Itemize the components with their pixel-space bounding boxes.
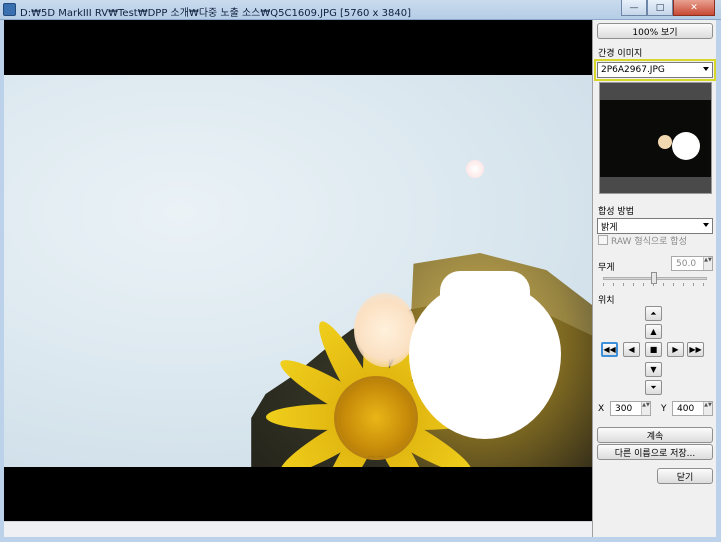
spin-arrows-icon[interactable]: ▲▼ (641, 402, 650, 415)
chevron-down-icon (703, 223, 709, 227)
y-value: 400 (677, 403, 695, 414)
title-bar: D:₩5D MarkIII RV₩Test₩DPP 소개₩다중 노출 소스₩Q5… (0, 0, 721, 20)
bg-image-select[interactable]: 2P6A2967.JPG (594, 59, 716, 81)
bg-image-label: 간경 이미지 (598, 49, 643, 59)
weight-label: 무게 (598, 263, 615, 273)
composite-method-value: 밝게 (601, 222, 618, 233)
save-as-button[interactable]: 다른 이름으로 저장... (597, 444, 713, 460)
move-down-button[interactable]: ▼ (645, 362, 662, 377)
chevron-down-icon (703, 67, 709, 71)
y-input[interactable]: 400 ▲▼ (672, 401, 713, 416)
spin-arrows-icon[interactable]: ▲▼ (703, 257, 712, 270)
move-right-button[interactable]: ▶ (667, 342, 684, 357)
weight-input[interactable]: 50.0 ▲▼ (671, 256, 713, 271)
thumbnail-glow (658, 135, 672, 149)
light-glow-small (466, 160, 484, 178)
close-button[interactable]: 닫기 (657, 468, 713, 484)
weight-slider-ticks (603, 283, 707, 286)
thumbnail-photo (600, 100, 711, 177)
x-label: X (598, 404, 605, 414)
thumbnail-bulb (672, 132, 700, 160)
raw-composite-label: RAW 형식으로 합성 (611, 237, 687, 247)
control-panel: 100% 보기 간경 이미지 2P6A2967.JPG 합성 방법 밝게 RAW… (592, 20, 716, 537)
x-input[interactable]: 300 ▲▼ (610, 401, 651, 416)
move-center-button[interactable]: ■ (645, 342, 662, 357)
y-label: Y (661, 404, 667, 414)
move-top-button[interactable]: ⏶ (645, 306, 662, 321)
window-frame-bottom (0, 537, 721, 542)
window-title: D:₩5D MarkIII RV₩Test₩DPP 소개₩다중 노출 소스₩Q5… (20, 8, 411, 19)
x-value: 300 (615, 403, 633, 414)
preview-image (4, 75, 592, 467)
weight-value: 50.0 (676, 258, 697, 269)
maximize-button[interactable]: □ (647, 0, 673, 16)
continue-button[interactable]: 계속 (597, 427, 713, 443)
flower-center (337, 379, 415, 457)
move-left-button[interactable]: ◀ (623, 342, 640, 357)
move-left-end-button[interactable]: ◀◀ (601, 342, 618, 357)
raw-composite-checkbox[interactable] (598, 235, 608, 245)
window-controls: — □ ✕ (621, 0, 715, 16)
move-right-end-button[interactable]: ▶▶ (687, 342, 704, 357)
close-window-button[interactable]: ✕ (673, 0, 715, 16)
image-viewer[interactable] (4, 20, 592, 521)
bg-image-thumbnail (599, 82, 712, 194)
light-glow (354, 293, 416, 367)
view-100-button[interactable]: 100% 보기 (597, 23, 713, 39)
move-bottom-button[interactable]: ⏷ (645, 380, 662, 395)
bg-image-value: 2P6A2967.JPG (601, 65, 665, 75)
composite-method-label: 합성 방법 (598, 207, 634, 217)
move-up-button[interactable]: ▲ (645, 324, 662, 339)
spin-arrows-icon[interactable]: ▲▼ (703, 402, 712, 415)
minimize-button[interactable]: — (621, 0, 647, 16)
status-bar (4, 521, 592, 537)
window-frame-right (716, 20, 721, 542)
app-icon (3, 3, 16, 16)
composite-method-select[interactable]: 밝게 (597, 218, 713, 234)
position-label: 위치 (598, 296, 615, 306)
